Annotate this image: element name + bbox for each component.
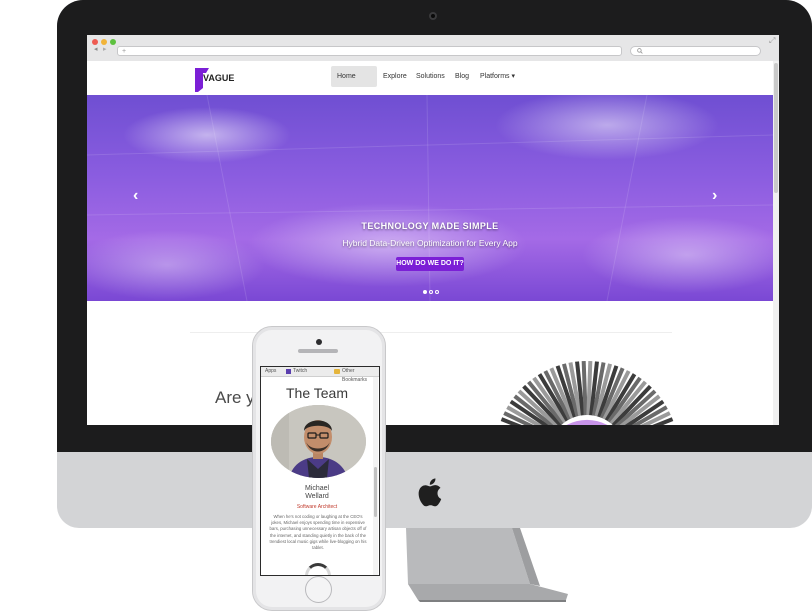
browser-toolbar: ◂ ▸ + ⤢	[87, 35, 779, 62]
bookmark-twitch[interactable]: Twitch	[293, 367, 307, 376]
phone-speaker	[298, 349, 338, 353]
browser-window: ◂ ▸ + ⤢ VAGUE Home Explore Solutions Blo…	[87, 35, 779, 425]
vague-logo[interactable]: VAGUE	[195, 66, 235, 92]
nav-explore[interactable]: Explore	[377, 66, 413, 87]
nav-blog[interactable]: Blog	[449, 66, 475, 87]
nav-home[interactable]: Home	[331, 66, 377, 87]
member-bio: When he's not coding or laughing at the …	[269, 514, 367, 551]
carousel-dot[interactable]	[429, 290, 433, 294]
carousel-dot[interactable]	[435, 290, 439, 294]
carousel-dot-active[interactable]	[423, 290, 427, 294]
page-scrollbar-thumb[interactable]	[774, 63, 778, 193]
forward-icon[interactable]: ▸	[103, 45, 107, 53]
twitch-icon	[286, 369, 291, 374]
imac-stand	[406, 528, 568, 602]
fullscreen-icon[interactable]: ⤢	[769, 36, 775, 46]
camera-icon	[429, 12, 437, 20]
search-icon	[637, 48, 643, 54]
member-role: Software Architect	[296, 504, 338, 510]
member-last-name: Wellard	[305, 493, 329, 500]
carousel-next-button[interactable]: ›	[712, 187, 717, 205]
phone-home-button[interactable]	[305, 576, 332, 603]
loading-spinner-icon	[305, 563, 331, 575]
carousel-indicators	[422, 281, 440, 299]
member-name: Michael Wellard	[261, 485, 373, 501]
nav-solutions[interactable]: Solutions	[410, 66, 451, 87]
back-icon[interactable]: ◂	[94, 45, 98, 53]
bookmark-apps[interactable]: Apps	[265, 367, 276, 376]
maximize-icon[interactable]	[110, 39, 116, 45]
fan-highlight	[566, 420, 608, 425]
phone-camera-icon	[316, 339, 322, 345]
hero-subtitle: Hybrid Data-Driven Optimization for Ever…	[342, 238, 518, 248]
search-input[interactable]	[630, 46, 761, 56]
site-navbar: VAGUE Home Explore Solutions Blog Platfo…	[87, 61, 779, 96]
url-bar[interactable]: +	[117, 46, 622, 56]
member-first-name: Michael	[304, 485, 330, 492]
logo-text: VAGUE	[203, 73, 234, 83]
url-text: +	[122, 48, 127, 55]
bookmarks-bar: Apps Twitch Other Bookmarks	[261, 367, 379, 383]
phone-scrollbar-thumb[interactable]	[374, 467, 377, 517]
radial-graphic	[500, 360, 674, 425]
hero-carousel: ‹ › TECHNOLOGY MADE SIMPLE Hybrid Data-D…	[87, 95, 773, 301]
apple-logo-icon	[418, 478, 442, 507]
hero-title: TECHNOLOGY MADE SIMPLE	[361, 221, 499, 231]
team-title: The Team	[286, 385, 348, 401]
carousel-prev-button[interactable]: ‹	[133, 187, 138, 205]
avatar-photo	[271, 405, 366, 478]
phone-screen: Apps Twitch Other Bookmarks The Team Mic…	[260, 366, 380, 576]
folder-icon	[334, 369, 340, 374]
nav-platforms[interactable]: Platforms ▾	[474, 66, 521, 87]
avatar	[271, 405, 366, 478]
fan-spoke	[581, 360, 588, 416]
hero-cta-button[interactable]: HOW DO WE DO IT?	[396, 257, 464, 271]
